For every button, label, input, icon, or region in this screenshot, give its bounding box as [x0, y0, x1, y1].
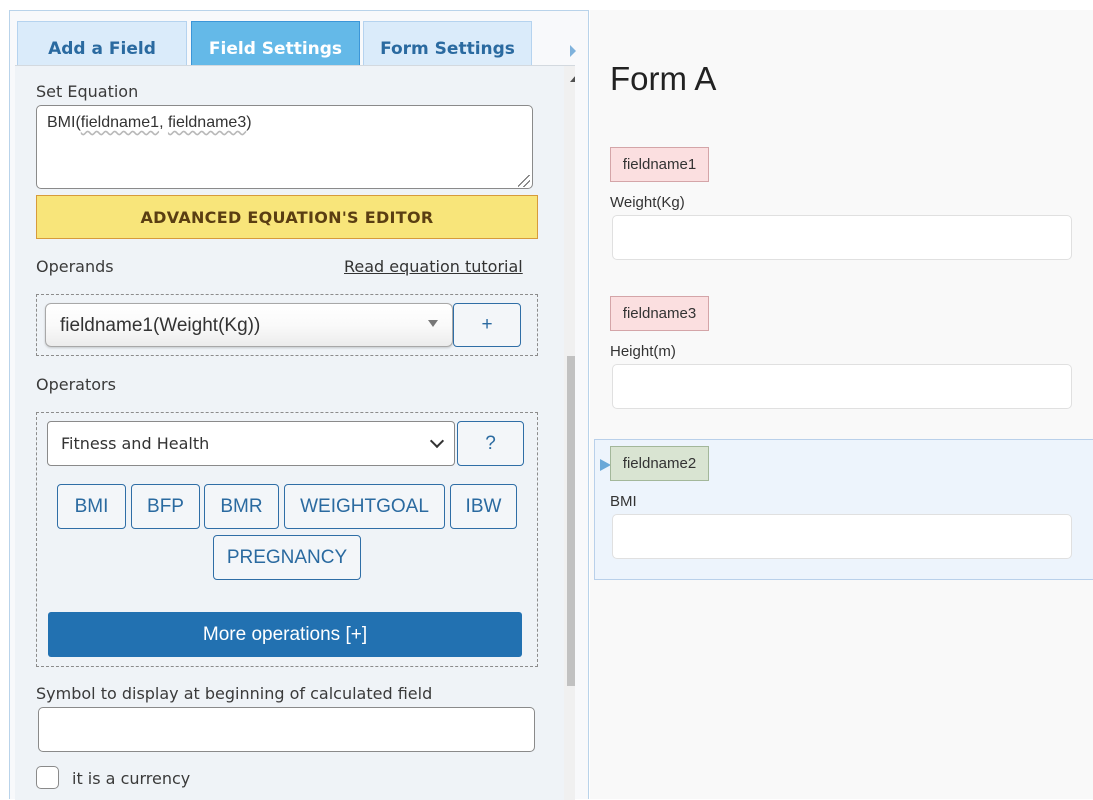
chevron-down-icon [429, 433, 445, 449]
operand-select[interactable]: fieldname1(Weight(Kg)) [45, 303, 453, 347]
field-settings-panel: Add a Field Field Settings Form Settings… [9, 10, 589, 800]
operators-label: Operators [36, 375, 116, 394]
more-operations-button[interactable]: More operations [+] [48, 612, 522, 657]
operator-category-select[interactable]: Fitness and Health [47, 421, 455, 466]
field-label: Height(m) [610, 343, 676, 360]
symbol-input[interactable] [38, 707, 535, 752]
equation-text: , [159, 114, 168, 131]
form-field-fieldname2[interactable]: fieldname2 BMI [594, 439, 1093, 580]
equation-arg: fieldname1 [80, 114, 160, 131]
form-field-fieldname3[interactable]: fieldname3 Height(m) [590, 287, 1093, 417]
resize-grip-icon[interactable] [518, 175, 530, 187]
currency-checkbox[interactable] [36, 766, 59, 789]
settings-body: Set Equation BMI(fieldname1, fieldname3)… [15, 65, 575, 800]
equation-text: BMI( [47, 114, 81, 131]
operator-ibw-button[interactable]: IBW [450, 484, 517, 529]
advanced-equation-editor-button[interactable]: ADVANCED EQUATION'S EDITOR [36, 195, 538, 239]
triangle-up-icon[interactable] [570, 75, 575, 82]
field-name-badge: fieldname2 [610, 446, 709, 481]
height-input[interactable] [612, 364, 1072, 409]
form-preview: Form A fieldname1 Weight(Kg) fieldname3 … [590, 10, 1093, 799]
operator-category-value: Fitness and Health [61, 434, 210, 453]
operator-bmr-button[interactable]: BMR [204, 484, 279, 529]
operator-pregnancy-button[interactable]: PREGNANCY [213, 535, 361, 580]
field-name-badge: fieldname3 [610, 296, 709, 331]
triangle-down-icon [428, 320, 438, 327]
operand-selected-value: fieldname1(Weight(Kg)) [60, 315, 261, 336]
equation-tutorial-link[interactable]: Read equation tutorial [344, 257, 523, 276]
add-operand-button[interactable]: + [453, 303, 521, 347]
currency-label: it is a currency [72, 769, 191, 788]
bmi-input[interactable] [612, 514, 1072, 559]
triangle-right-icon[interactable] [570, 45, 576, 57]
scrollbar-thumb[interactable] [567, 356, 575, 686]
field-label: BMI [610, 493, 637, 510]
operator-bmi-button[interactable]: BMI [57, 484, 126, 529]
form-field-fieldname1[interactable]: fieldname1 Weight(Kg) [590, 138, 1093, 268]
equation-text: ) [246, 114, 252, 131]
operator-help-button[interactable]: ? [457, 421, 524, 466]
symbol-label: Symbol to display at beginning of calcul… [36, 684, 433, 703]
weight-input[interactable] [612, 215, 1072, 260]
operator-bfp-button[interactable]: BFP [131, 484, 200, 529]
scrollbar[interactable] [564, 66, 575, 800]
operands-label: Operands [36, 257, 114, 276]
form-title: Form A [610, 60, 717, 97]
equation-textarea[interactable]: BMI(fieldname1, fieldname3) [36, 105, 533, 189]
field-label: Weight(Kg) [610, 194, 685, 211]
equation-label: Set Equation [36, 82, 139, 101]
field-name-badge: fieldname1 [610, 147, 709, 182]
operator-weightgoal-button[interactable]: WEIGHTGOAL [284, 484, 445, 529]
equation-arg: fieldname3 [167, 114, 247, 131]
